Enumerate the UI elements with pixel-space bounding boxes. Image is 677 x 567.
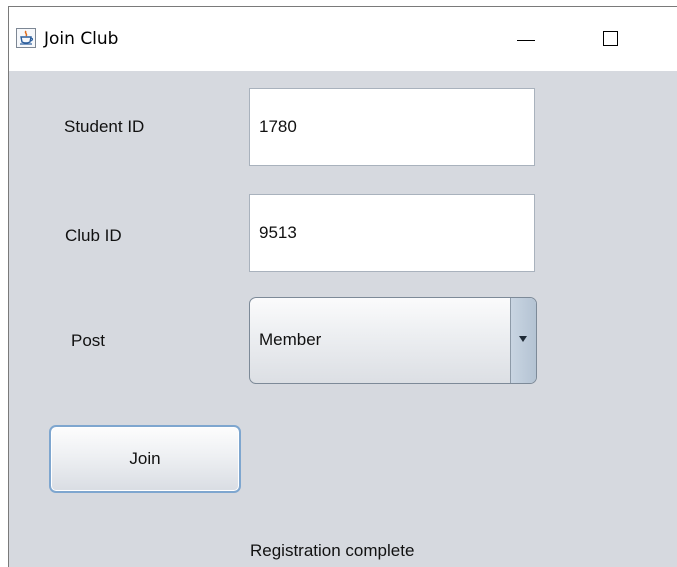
minimize-button[interactable]: [503, 21, 549, 57]
maximize-button[interactable]: [589, 21, 635, 57]
post-dropdown[interactable]: Member: [249, 297, 537, 384]
status-message: Registration complete: [250, 541, 415, 560]
window-title: Join Club: [44, 29, 119, 49]
java-cup-icon: [16, 28, 36, 48]
post-label: Post: [71, 331, 106, 350]
club-id-label: Club ID: [65, 226, 122, 245]
title-bar[interactable]: Join Club: [9, 7, 677, 71]
join-button[interactable]: Join: [49, 425, 241, 493]
chevron-down-icon[interactable]: [510, 298, 536, 383]
student-id-label: Student ID: [64, 117, 145, 136]
post-selected-value: Member: [259, 330, 322, 349]
club-id-input[interactable]: [249, 194, 535, 272]
student-id-input[interactable]: [249, 88, 535, 166]
join-club-window: Join Club Student ID Club ID Post Member…: [8, 6, 677, 567]
